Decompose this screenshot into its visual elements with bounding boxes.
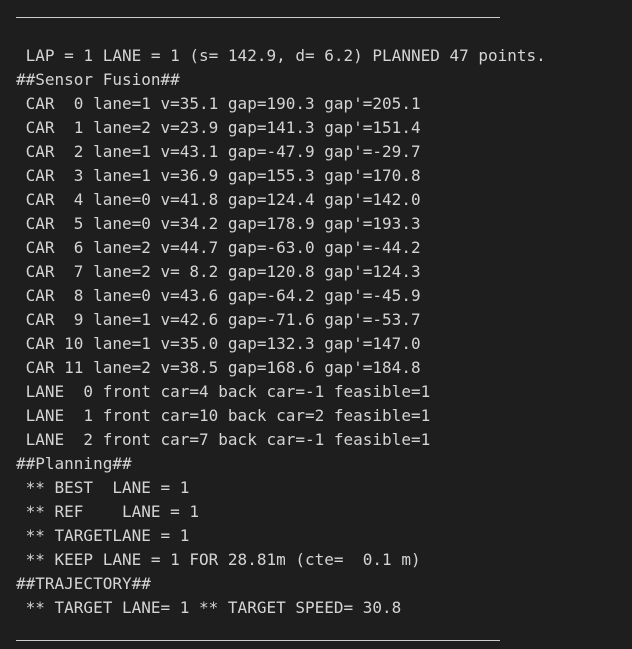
sensor-fusion-header: ##Sensor Fusion##	[16, 70, 180, 89]
trajectory-line: ** TARGET LANE= 1 ** TARGET SPEED= 30.8	[16, 598, 402, 617]
car-line: CAR 6 lane=2 v=44.7 gap=-63.0 gap'=-44.2	[16, 238, 421, 257]
planning-header: ##Planning##	[16, 454, 132, 473]
lap-status-line: LAP = 1 LANE = 1 (s= 142.9, d= 6.2) PLAN…	[16, 46, 546, 65]
car-line: CAR 3 lane=1 v=36.9 gap=155.3 gap'=170.8	[16, 166, 421, 185]
lane-line: LANE 0 front car=4 back car=-1 feasible=…	[16, 382, 431, 401]
car-line: CAR 1 lane=2 v=23.9 gap=141.3 gap'=151.4	[16, 118, 421, 137]
planning-line: ** REF LANE = 1	[16, 502, 200, 521]
planning-line: ** KEEP LANE = 1 FOR 28.81m (cte= 0.1 m)	[16, 550, 421, 569]
car-line: CAR 8 lane=0 v=43.6 gap=-64.2 gap'=-45.9	[16, 286, 421, 305]
car-line: CAR 5 lane=0 v=34.2 gap=178.9 gap'=193.3	[16, 214, 421, 233]
car-line: CAR 7 lane=2 v= 8.2 gap=120.8 gap'=124.3	[16, 262, 421, 281]
top-divider	[16, 17, 500, 18]
car-line: CAR 2 lane=1 v=43.1 gap=-47.9 gap'=-29.7	[16, 142, 421, 161]
planning-line: ** TARGETLANE = 1	[16, 526, 190, 545]
terminal-lines: LAP = 1 LANE = 1 (s= 142.9, d= 6.2) PLAN…	[16, 44, 632, 620]
car-line: CAR 0 lane=1 v=35.1 gap=190.3 gap'=205.1	[16, 94, 421, 113]
car-line: CAR 4 lane=0 v=41.8 gap=124.4 gap'=142.0	[16, 190, 421, 209]
terminal-output: LAP = 1 LANE = 1 (s= 142.9, d= 6.2) PLAN…	[0, 0, 632, 649]
car-line: CAR 9 lane=1 v=42.6 gap=-71.6 gap'=-53.7	[16, 310, 421, 329]
car-line: CAR 10 lane=1 v=35.0 gap=132.3 gap'=147.…	[16, 334, 421, 353]
lane-line: LANE 2 front car=7 back car=-1 feasible=…	[16, 430, 431, 449]
car-line: CAR 11 lane=2 v=38.5 gap=168.6 gap'=184.…	[16, 358, 421, 377]
bottom-divider	[16, 640, 500, 641]
trajectory-header: ##TRAJECTORY##	[16, 574, 151, 593]
lane-line: LANE 1 front car=10 back car=2 feasible=…	[16, 406, 431, 425]
planning-line: ** BEST LANE = 1	[16, 478, 190, 497]
